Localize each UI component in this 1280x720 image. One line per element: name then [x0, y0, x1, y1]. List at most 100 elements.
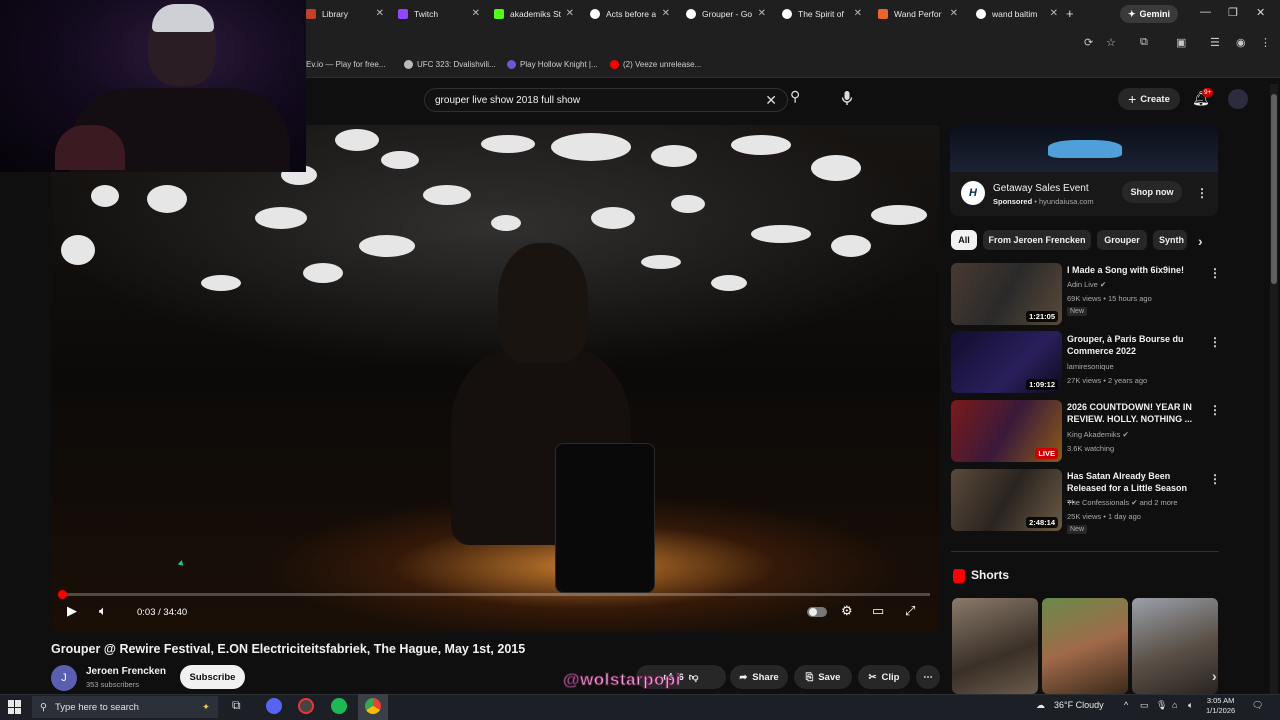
clear-search-icon[interactable]: ✕ — [765, 92, 777, 109]
channel-name[interactable]: Jeroen Frencken — [86, 666, 166, 677]
ad-domain: hyundaiusa.com — [1038, 197, 1094, 206]
account-avatar[interactable] — [1228, 89, 1248, 109]
miniplayer-icon[interactable]: ▭ — [872, 603, 884, 619]
close-icon[interactable]: ✕ — [662, 8, 670, 19]
channel-avatar[interactable]: J — [51, 665, 77, 691]
bookmark-evio[interactable]: Ev.io — Play for free... — [306, 60, 385, 69]
progress-bar[interactable] — [61, 593, 930, 596]
rec-menu-icon[interactable]: ⋮ — [1209, 472, 1221, 486]
speaker-icon[interactable]: 🔈︎ — [1188, 700, 1193, 711]
more-actions-button[interactable]: ⋯ — [916, 665, 940, 689]
rec-menu-icon[interactable]: ⋮ — [1209, 403, 1221, 417]
fullscreen-icon[interactable]: ⤢ — [905, 603, 915, 619]
tab-twitch[interactable]: Twitch ✕ — [398, 3, 480, 25]
chrome-icon[interactable] — [365, 698, 381, 714]
volume-icon[interactable]: 🔈︎ — [99, 603, 107, 619]
video-thumbnail[interactable]: LIVE — [951, 400, 1062, 462]
chip-grouper[interactable]: Grouper — [1097, 230, 1147, 250]
profile-icon[interactable]: ◉ — [1236, 36, 1246, 49]
microphone-tray-icon[interactable]: 🎙︎ — [1156, 700, 1167, 711]
close-icon[interactable]: ✕ — [758, 8, 766, 19]
chip-all[interactable]: All — [951, 230, 977, 250]
scrollbar-thumb[interactable] — [1271, 94, 1277, 284]
extensions-icon[interactable]: ⧉ — [1140, 36, 1148, 49]
screen-capture-icon[interactable]: ⟳ — [1084, 36, 1093, 49]
video-thumbnail[interactable]: 2:48:14 — [951, 469, 1062, 531]
ad-menu-icon[interactable]: ⋮ — [1196, 186, 1208, 200]
chevron-right-icon[interactable]: › — [1198, 233, 1203, 249]
progress-scrubber[interactable] — [58, 590, 67, 599]
network-icon[interactable]: ▭ — [1140, 700, 1149, 711]
more-horizontal-icon: ⋯ — [923, 671, 933, 683]
youtube-icon — [610, 60, 619, 69]
network-tray-icon[interactable]: ⌂ — [1172, 700, 1177, 710]
task-view-icon[interactable]: ⧉ — [232, 698, 248, 714]
tab-wand-perform[interactable]: Wand Perfor ✕ — [878, 3, 958, 25]
shop-now-button[interactable]: Shop now — [1122, 181, 1182, 203]
search-icon[interactable]: ⚲ — [790, 88, 800, 105]
taskbar-search-input[interactable]: ⚲ Type here to search ✦ — [32, 696, 218, 718]
windows-start-icon[interactable] — [8, 700, 22, 714]
clip-button[interactable]: ✂ Clip — [858, 665, 910, 689]
maximize-icon[interactable]: ❐ — [1228, 6, 1238, 19]
rec-title[interactable]: Grouper, à Paris Bourse du Commerce 2022 — [1067, 333, 1195, 357]
chevron-right-icon[interactable]: › — [1212, 668, 1217, 684]
settings-gear-icon[interactable]: ⚙ — [841, 603, 853, 619]
video-thumbnail[interactable]: 1:21:05 — [951, 263, 1062, 325]
close-icon[interactable]: ✕ — [950, 8, 958, 19]
close-icon[interactable]: ✕ — [854, 8, 862, 19]
chip-from-channel[interactable]: From Jeroen Frencken — [983, 230, 1091, 250]
search-input[interactable]: grouper live show 2018 full show ✕ — [424, 88, 788, 112]
new-tab-button[interactable]: + — [1066, 6, 1074, 21]
search-query[interactable]: grouper live show 2018 full show — [435, 95, 580, 106]
autoplay-toggle[interactable] — [807, 607, 827, 617]
close-icon[interactable]: ✕ — [376, 8, 384, 19]
close-window-icon[interactable]: ✕ — [1256, 6, 1265, 19]
obs-icon[interactable] — [298, 698, 314, 714]
taskbar-clock[interactable]: 3:05 AM 1/1/2026 — [1206, 696, 1235, 716]
play-icon[interactable]: ▶ — [67, 603, 77, 619]
create-button[interactable]: + Create — [1118, 88, 1180, 110]
tab-wand-baltimore[interactable]: wand baltim ✕ — [976, 3, 1058, 25]
bookmark-hollow-knight[interactable]: Play Hollow Knight |... — [507, 60, 598, 69]
video-player[interactable]: ▶ 🔈︎ 0:03 / 34:40 ⚙ ▭ ⤢ — [51, 125, 940, 632]
rec-menu-icon[interactable]: ⋮ — [1209, 266, 1221, 280]
rec-title[interactable]: I Made a Song with 6ix9ine! — [1067, 264, 1195, 276]
split-view-icon[interactable]: ▣ — [1176, 36, 1186, 49]
weather-status[interactable]: 36°F Cloudy — [1054, 700, 1104, 710]
spotify-icon[interactable] — [331, 698, 347, 714]
tab-google-acts[interactable]: Acts before a ✕ — [590, 3, 670, 25]
tab-google-grouper[interactable]: Grouper - Go ✕ — [686, 3, 766, 25]
duration-badge: 1:21:05 — [1026, 311, 1058, 322]
chip-synth[interactable]: Synth — [1153, 230, 1187, 250]
close-icon[interactable]: ✕ — [1050, 8, 1058, 19]
tray-overflow-icon[interactable]: ^ — [1124, 700, 1128, 710]
bookmark-youtube-veeze[interactable]: (2) Veeze unrelease... — [610, 60, 701, 69]
menu-icon[interactable]: ⋮ — [1260, 36, 1271, 49]
bookmark-ufc[interactable]: UFC 323: Dvalishvili... — [404, 60, 496, 69]
voice-search-button[interactable] — [838, 88, 856, 108]
tab-library[interactable]: Library ✕ — [306, 3, 384, 25]
tab-kick[interactable]: akademiks St ✕ — [494, 3, 574, 25]
clip-label: Clip — [881, 671, 900, 683]
reading-list-icon[interactable]: ☰ — [1210, 36, 1220, 49]
save-button[interactable]: ⎘ Save — [794, 665, 852, 689]
discord-icon[interactable] — [266, 698, 282, 714]
close-icon[interactable]: ✕ — [566, 8, 574, 19]
close-icon[interactable]: ✕ — [472, 8, 480, 19]
minimize-icon[interactable]: — — [1200, 6, 1211, 18]
notification-center-icon[interactable]: 🗨︎ — [1252, 700, 1263, 711]
short-thumbnail[interactable] — [1042, 598, 1128, 694]
bookmark-label: (2) Veeze unrelease... — [623, 60, 702, 69]
share-button[interactable]: ➦ Share — [730, 665, 788, 689]
short-thumbnail[interactable] — [952, 598, 1038, 694]
subscribe-button[interactable]: Subscribe — [180, 665, 245, 689]
rec-menu-icon[interactable]: ⋮ — [1209, 335, 1221, 349]
rec-title[interactable]: 2026 COUNTDOWN! YEAR IN REVIEW. HOLLY. N… — [1067, 401, 1195, 425]
bookmark-star-icon[interactable]: ☆ — [1106, 36, 1116, 49]
library-favicon-icon — [306, 9, 316, 19]
short-thumbnail[interactable] — [1132, 598, 1218, 694]
tab-google-spirit[interactable]: The Spirit of ✕ — [782, 3, 862, 25]
gemini-button[interactable]: ✦ Gemini — [1120, 5, 1178, 23]
video-thumbnail[interactable]: 1:09:12 — [951, 331, 1062, 393]
